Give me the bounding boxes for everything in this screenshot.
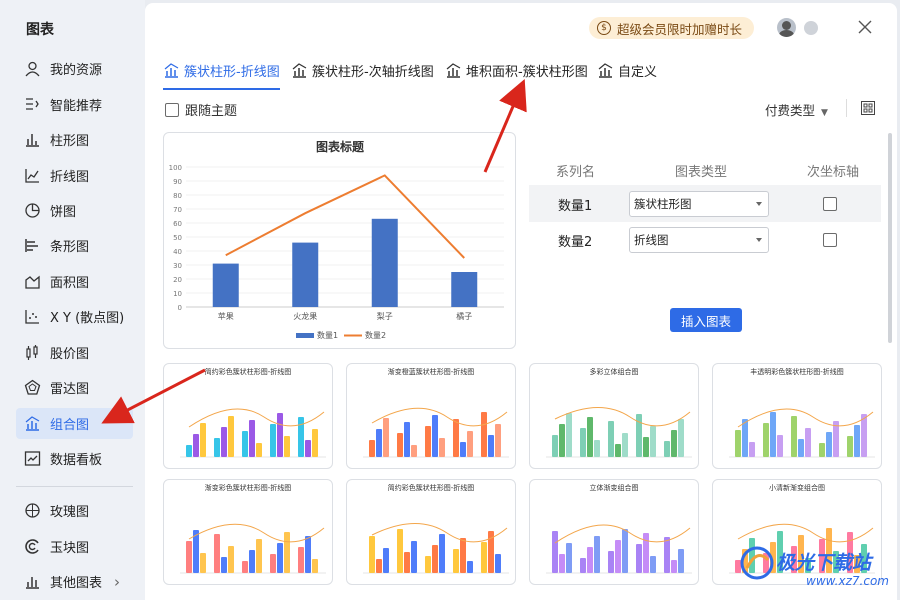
aurora-logo-icon <box>740 546 774 580</box>
watermark: 极光下载站 www.xz7.com <box>738 540 898 600</box>
arrow-to-tab <box>483 78 527 173</box>
annotation-arrows <box>101 78 527 424</box>
watermark-text: 极光下载站 <box>776 552 872 574</box>
arrow-to-combo <box>101 368 206 424</box>
watermark-url: www.xz7.com <box>806 574 889 588</box>
